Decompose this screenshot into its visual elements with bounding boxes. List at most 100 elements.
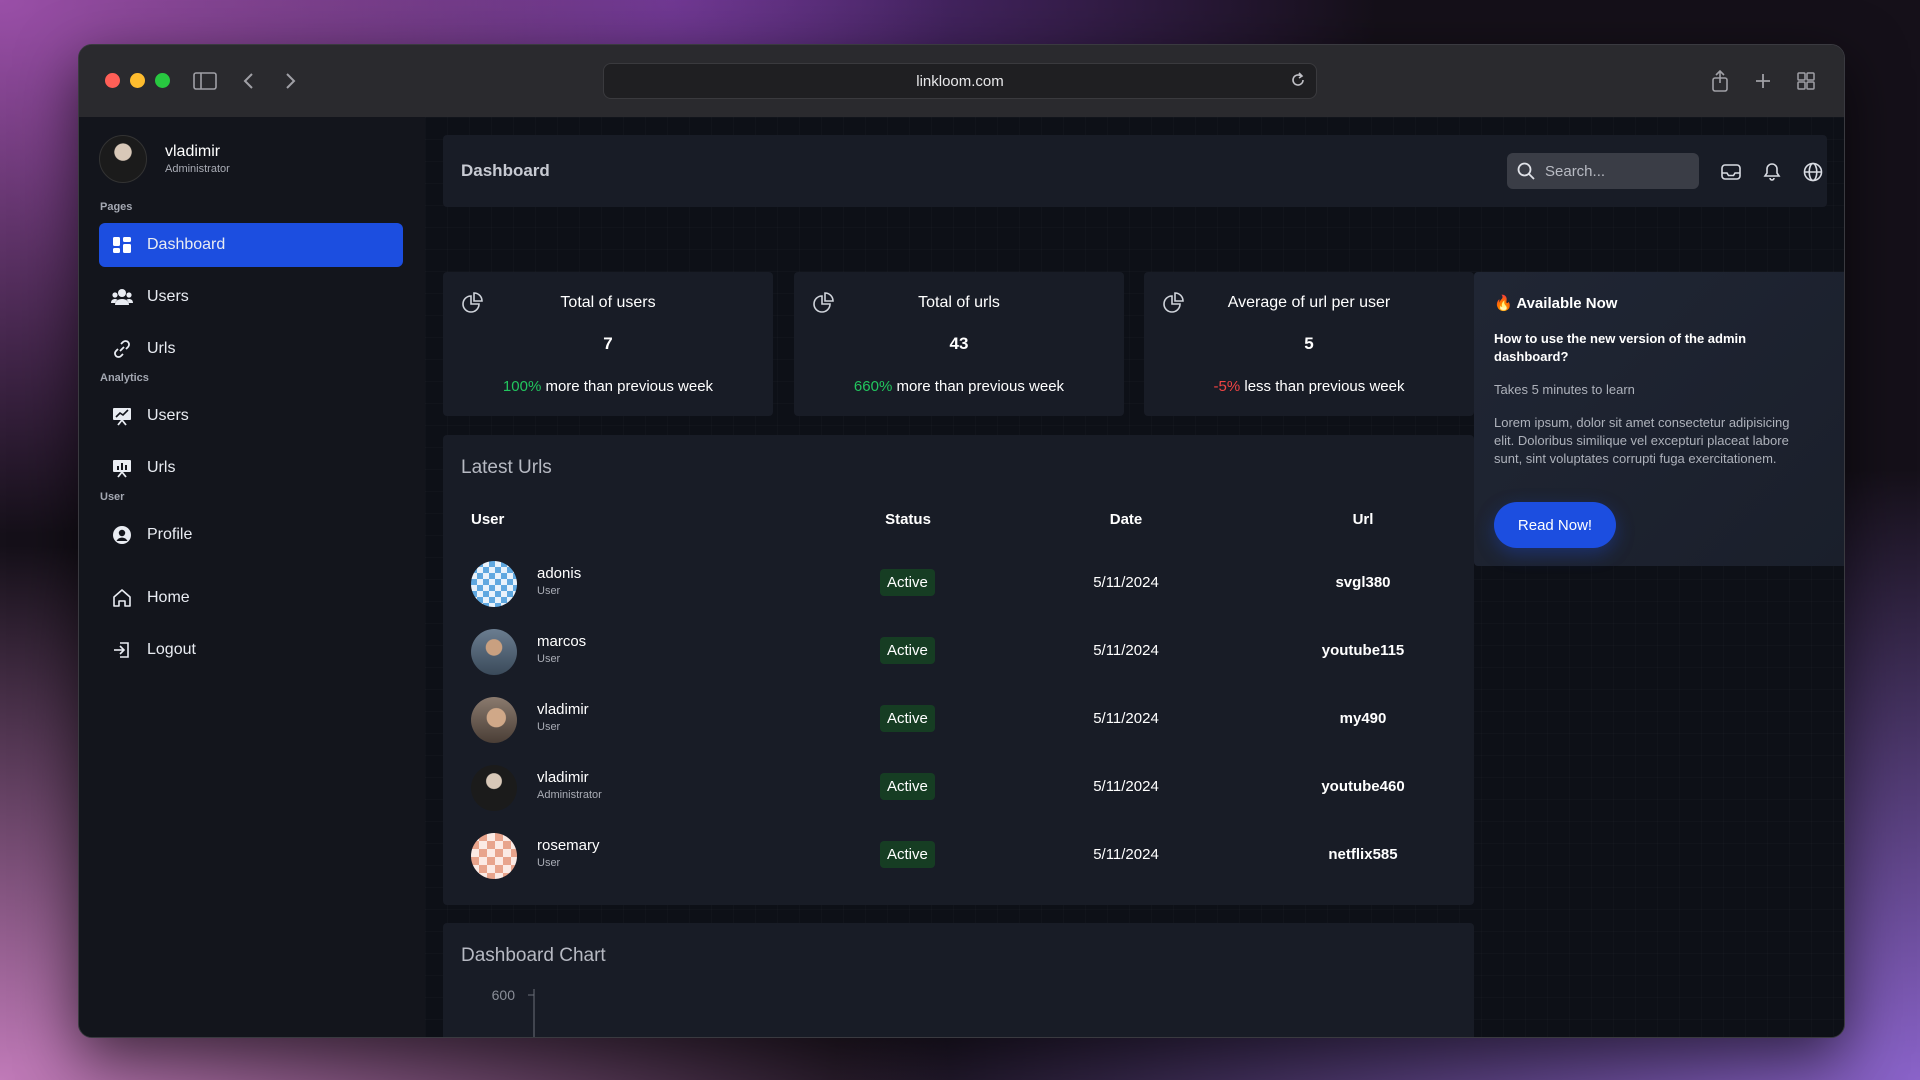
address-url: linkloom.com — [916, 72, 1004, 90]
sidebar-item-label: Profile — [147, 526, 193, 543]
chart-urls-icon — [111, 457, 133, 479]
back-icon[interactable] — [234, 67, 262, 95]
sidebar-item-profile[interactable]: Profile — [99, 513, 403, 557]
sidebar-item-label: Urls — [147, 340, 176, 357]
status-badge: Active — [880, 841, 935, 868]
row-url[interactable]: youtube115 — [1263, 642, 1463, 659]
row-url[interactable]: svgl380 — [1263, 574, 1463, 591]
link-icon — [111, 338, 133, 360]
row-user-name: adonis — [537, 565, 582, 582]
column-header-date: Date — [1109, 511, 1143, 528]
stat-change: 660% more than previous week — [794, 378, 1124, 395]
stat-value: 43 — [949, 334, 969, 353]
table-row[interactable]: adonis User Active 5/11/2024 svgl380 — [443, 553, 1474, 621]
stat-change: -5% less than previous week — [1144, 378, 1474, 395]
stat-card-users: Total of users 7 100% more than previous… — [443, 272, 773, 416]
column-header-url: Url — [1352, 511, 1374, 528]
dashboard-icon — [111, 234, 133, 256]
stat-change-percent: 100% — [502, 378, 542, 395]
row-url[interactable]: netflix585 — [1263, 846, 1463, 863]
browser-titlebar: linkloom.com — [79, 45, 1844, 118]
promo-question: How to use the new version of the admin … — [1494, 331, 1747, 364]
avatar — [471, 697, 517, 743]
status-badge: Active — [880, 773, 935, 800]
row-user-name: rosemary — [537, 837, 600, 854]
read-now-button[interactable]: Read Now! — [1494, 502, 1616, 548]
stat-change: 100% more than previous week — [443, 378, 773, 395]
inbox-icon[interactable] — [1720, 161, 1742, 183]
row-user-role: User — [537, 857, 561, 869]
forward-icon[interactable] — [277, 67, 305, 95]
sidebar-item-users[interactable]: Users — [99, 275, 403, 319]
globe-icon[interactable] — [1802, 161, 1824, 183]
avatar — [471, 561, 517, 607]
avatar — [471, 833, 517, 879]
avatar — [471, 629, 517, 675]
status-badge: Active — [880, 705, 935, 732]
maximize-window-button[interactable] — [155, 73, 170, 88]
profile-role: Administrator — [165, 163, 230, 175]
profile-icon — [111, 524, 133, 546]
stat-value: 7 — [603, 334, 613, 353]
sidebar-item-label: Dashboard — [147, 236, 226, 253]
close-window-button[interactable] — [105, 73, 120, 88]
table-row[interactable]: vladimir User Active 5/11/2024 my490 — [443, 689, 1474, 757]
status-badge: Active — [880, 637, 935, 664]
sidebar-item-urls[interactable]: Urls — [99, 327, 403, 371]
reload-icon[interactable] — [1290, 71, 1306, 93]
row-date: 5/11/2024 — [1093, 778, 1159, 795]
row-user-role: User — [537, 653, 561, 665]
table-row[interactable]: rosemary User Active 5/11/2024 netflix58… — [443, 825, 1474, 893]
sidebar-item-analytics-urls[interactable]: Urls — [99, 446, 403, 490]
page-title: Dashboard — [461, 161, 550, 180]
stat-change-percent: -5% — [1213, 378, 1241, 395]
sidebar-item-analytics-users[interactable]: Users — [99, 394, 403, 438]
tab-overview-icon[interactable] — [1792, 67, 1820, 95]
search-box[interactable] — [1507, 153, 1699, 189]
sidebar: vladimir Administrator Pages Dashboard U… — [79, 117, 425, 1037]
minimize-window-button[interactable] — [130, 73, 145, 88]
row-user-name: marcos — [537, 633, 587, 650]
status-badge: Active — [880, 569, 935, 596]
chart-users-icon — [111, 405, 133, 427]
stat-change-percent: 660% — [853, 378, 893, 395]
promo-card: 🔥 Available Now How to use the new versi… — [1474, 272, 1844, 566]
sidebar-toggle-icon[interactable] — [191, 67, 219, 95]
latest-urls-title: Latest Urls — [461, 457, 552, 478]
promo-body: Lorem ipsum, dolor sit amet consectetur … — [1494, 415, 1790, 466]
promo-heading: 🔥 Available Now — [1494, 294, 1617, 312]
avatar — [99, 135, 147, 183]
promo-time: Takes 5 minutes to learn — [1494, 382, 1635, 397]
row-url[interactable]: youtube460 — [1263, 778, 1463, 795]
section-label-pages: Pages — [100, 201, 133, 213]
address-bar[interactable]: linkloom.com — [603, 63, 1317, 99]
profile-name: vladimir — [165, 143, 221, 160]
sidebar-item-home[interactable]: Home — [99, 576, 403, 620]
avatar — [471, 765, 517, 811]
column-header-user: User — [471, 511, 505, 528]
search-icon — [1517, 162, 1535, 180]
sidebar-item-label: Users — [147, 288, 189, 305]
table-row[interactable]: marcos User Active 5/11/2024 youtube115 — [443, 621, 1474, 689]
section-label-analytics: Analytics — [100, 372, 149, 384]
main-content: Dashboard Total of users 7 — [425, 117, 1844, 1037]
sidebar-profile[interactable]: vladimir Administrator — [99, 135, 230, 183]
promo-title: Available Now — [1516, 295, 1618, 312]
latest-urls-card: Latest Urls User Status Date Url adonis … — [443, 435, 1474, 905]
table-row[interactable]: vladimir Administrator Active 5/11/2024 … — [443, 757, 1474, 825]
row-user-role: User — [537, 585, 561, 597]
section-label-user: User — [100, 491, 125, 503]
row-url[interactable]: my490 — [1263, 710, 1463, 727]
row-user-role: Administrator — [537, 789, 602, 801]
dashboard-chart-card: Dashboard Chart 600 450 — [443, 923, 1474, 1037]
column-header-status: Status — [885, 511, 931, 528]
sidebar-item-logout[interactable]: Logout — [99, 628, 403, 672]
share-icon[interactable] — [1706, 67, 1734, 95]
row-date: 5/11/2024 — [1093, 710, 1159, 727]
search-input[interactable] — [1543, 161, 1687, 181]
new-tab-icon[interactable] — [1749, 67, 1777, 95]
row-date: 5/11/2024 — [1093, 574, 1159, 591]
logout-icon — [111, 639, 133, 661]
bell-icon[interactable] — [1761, 161, 1783, 183]
sidebar-item-dashboard[interactable]: Dashboard — [99, 223, 403, 267]
